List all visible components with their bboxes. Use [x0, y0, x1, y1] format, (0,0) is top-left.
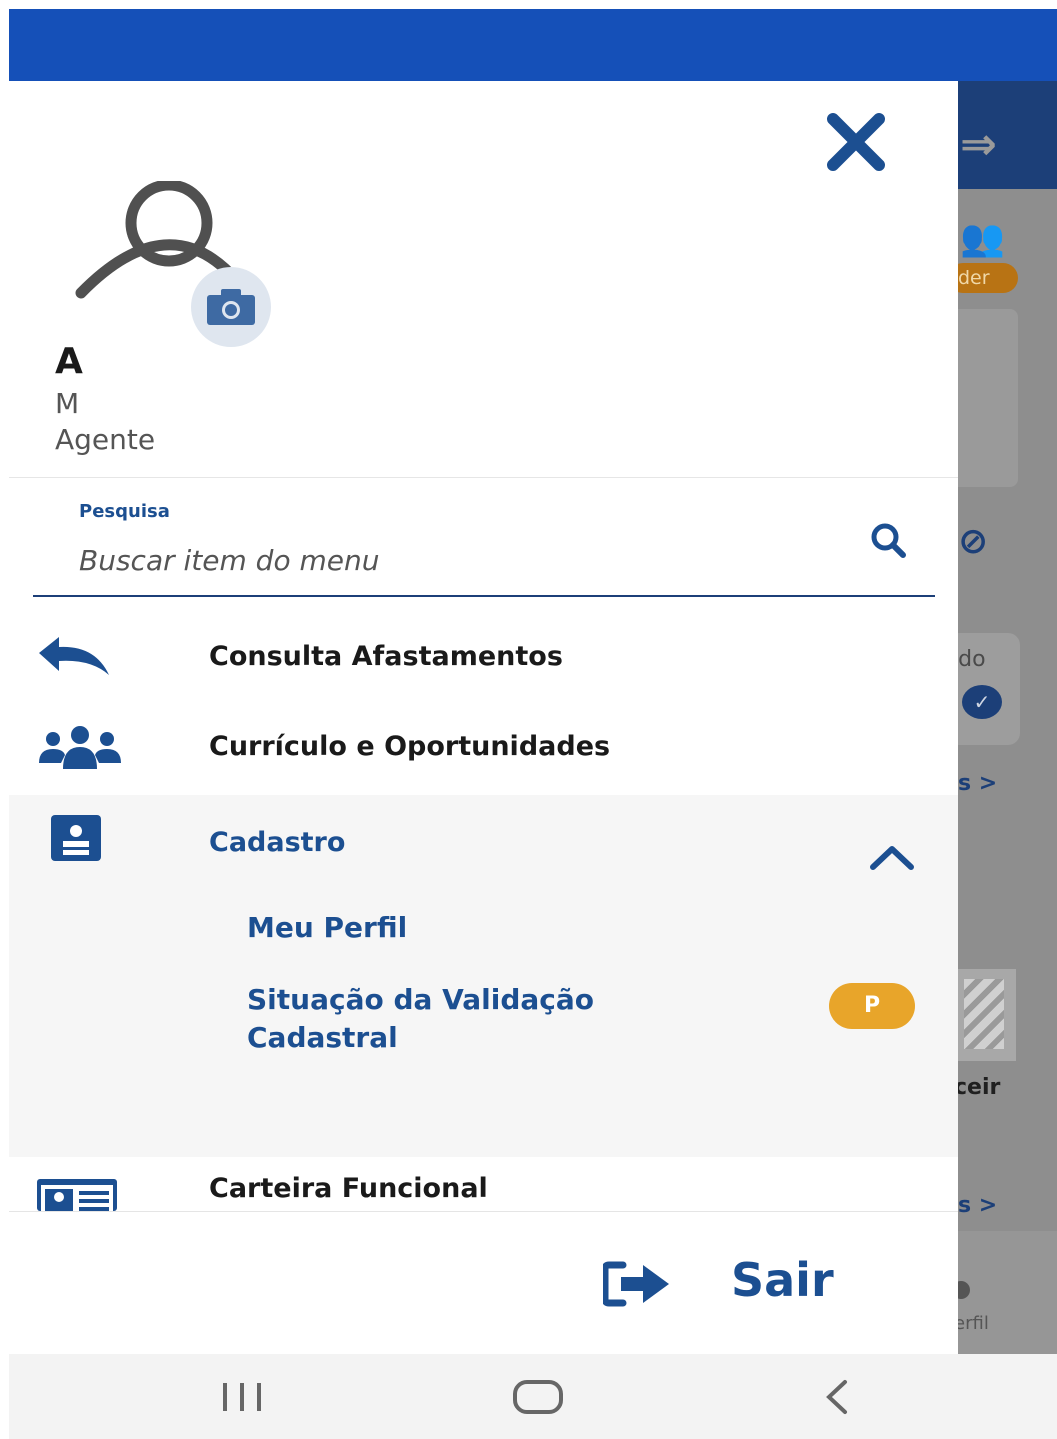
- home-button[interactable]: [495, 1354, 581, 1439]
- back-icon: [826, 1379, 847, 1414]
- background-eye-off-icon: ⊘: [958, 521, 989, 562]
- user-name-line: M: [55, 387, 80, 420]
- back-button[interactable]: [793, 1354, 879, 1439]
- menu-item-curriculo[interactable]: Currículo e Oportunidades: [9, 717, 958, 781]
- menu-item-label: Currículo e Oportunidades: [209, 731, 611, 762]
- menu-item-carteira-funcional[interactable]: Carteira Funcional: [9, 1171, 958, 1211]
- id-badge-icon: [49, 813, 103, 867]
- menu-item-cadastro[interactable]: Cadastro: [9, 803, 958, 883]
- background-nav-label: erfil: [958, 1313, 989, 1334]
- search-label: Pesquisa: [79, 501, 170, 522]
- menu-item-label: Consulta Afastamentos: [209, 641, 563, 672]
- background-link-2: s >: [958, 1193, 998, 1218]
- search-underline: [33, 595, 935, 597]
- background-logout-icon: ⇒: [960, 119, 997, 170]
- logout-label[interactable]: Sair: [731, 1253, 834, 1307]
- submenu-item-situacao-validacao[interactable]: Situação da Validação Cadastral: [247, 981, 707, 1057]
- search-button[interactable]: [865, 521, 915, 561]
- menu-item-label: Carteira Funcional: [209, 1173, 488, 1204]
- logout-icon: [601, 1261, 669, 1307]
- divider: [9, 477, 958, 478]
- navigation-drawer: A M Agente Pesquisa Consulta Afastamento…: [9, 81, 958, 1354]
- user-initial: A: [55, 341, 83, 382]
- id-card-icon: [37, 1179, 117, 1211]
- divider: [9, 1211, 958, 1212]
- reply-arrow-icon: [35, 635, 115, 683]
- background-check-icon: ✓: [962, 685, 1002, 719]
- app-top-bar: [9, 9, 1057, 81]
- system-navigation-bar: [9, 1354, 1057, 1439]
- background-badge: der: [958, 263, 1018, 293]
- change-photo-button[interactable]: [191, 267, 271, 347]
- close-icon: [827, 113, 885, 171]
- logout-button[interactable]: [601, 1261, 675, 1307]
- status-badge: P: [829, 983, 915, 1029]
- users-icon: [35, 725, 125, 777]
- background-card-text: ido: [958, 647, 986, 672]
- background-link: s >: [958, 771, 998, 796]
- recent-apps-button[interactable]: [199, 1354, 285, 1439]
- user-role: Agente: [55, 423, 156, 456]
- search-icon: [871, 523, 906, 558]
- background-photo: [958, 969, 1016, 1061]
- home-icon: [513, 1379, 563, 1414]
- close-button[interactable]: [823, 113, 889, 173]
- background-users-icon: 👥: [960, 218, 1005, 259]
- recent-apps-icon: [223, 1382, 261, 1411]
- chevron-up-icon[interactable]: [867, 843, 917, 873]
- menu-item-consulta-afastamentos[interactable]: Consulta Afastamentos: [9, 627, 958, 691]
- search-input[interactable]: [75, 535, 843, 585]
- submenu-item-meu-perfil[interactable]: Meu Perfil: [247, 909, 407, 947]
- background-card: [958, 309, 1018, 487]
- background-partial-text: ceir: [958, 1075, 1001, 1100]
- camera-icon: [207, 289, 255, 325]
- background-app-overlay[interactable]: ⇒ 👥 der ⊘ ido ✓ s > ceir s > erfil: [958, 81, 1057, 1354]
- menu-item-label: Cadastro: [209, 827, 346, 858]
- background-bottom-nav: [958, 1231, 1057, 1354]
